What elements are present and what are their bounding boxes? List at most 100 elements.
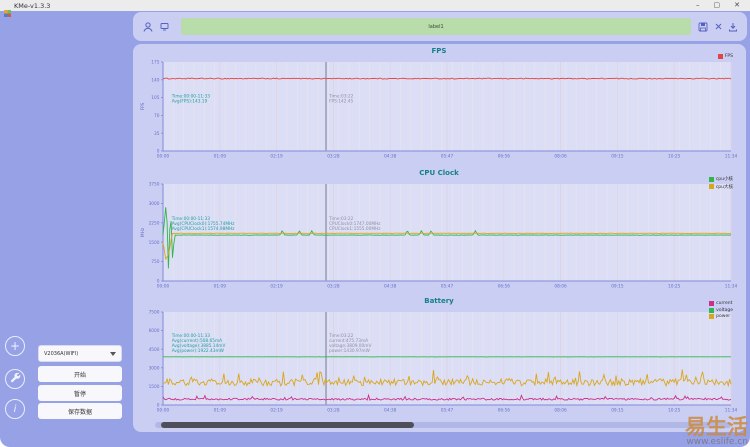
legend-item: cpu大核 — [708, 184, 733, 190]
svg-text:0: 0 — [157, 403, 160, 409]
legend-swatch — [717, 54, 723, 59]
svg-text:03:28: 03:28 — [327, 154, 340, 160]
legend-label: FPS — [724, 54, 733, 59]
legend-label: cpu大核 — [715, 184, 733, 190]
svg-text:03:28: 03:28 — [327, 408, 340, 414]
start-button[interactable]: 开始 — [38, 366, 122, 382]
svg-text:2250: 2250 — [149, 220, 160, 226]
svg-text:11:34: 11:34 — [725, 284, 738, 290]
tools-button[interactable] — [5, 369, 25, 389]
legend-label: power — [716, 314, 731, 319]
title-bar: KMe-v1.3.3 – ▢ ✕ — [0, 0, 750, 17]
svg-text:03:28: 03:28 — [327, 284, 340, 290]
legend-label: cpu小核 — [715, 177, 733, 182]
fps-chart-legend: FPS — [717, 54, 733, 59]
svg-text:01:09: 01:09 — [214, 284, 227, 290]
svg-text:08:06: 08:06 — [554, 408, 567, 414]
legend-swatch — [709, 307, 715, 313]
svg-text:02:19: 02:19 — [270, 154, 283, 160]
svg-text:05:47: 05:47 — [441, 284, 454, 290]
legend-swatch — [709, 314, 715, 319]
cpu-clock-chart: CPU Clock cpu小核 cpu大核 00:00 01:09 02:19 03:2… — [137, 168, 741, 298]
legend-swatch — [708, 176, 714, 182]
svg-text:MHz: MHz — [140, 227, 146, 237]
device-icon[interactable] — [158, 20, 171, 33]
svg-text:35: 35 — [154, 131, 160, 137]
svg-text:140: 140 — [151, 77, 159, 83]
horizontal-scrollbar — [155, 422, 731, 428]
svg-text:6000: 6000 — [149, 328, 160, 334]
svg-text:05:47: 05:47 — [441, 408, 454, 414]
export-icon[interactable] — [727, 21, 739, 33]
clear-icon[interactable] — [712, 21, 724, 33]
legend-item: current — [709, 301, 733, 306]
device-select[interactable]: V2036A(WIFI) — [38, 345, 122, 362]
svg-text:175: 175 — [151, 60, 159, 66]
save-data-button[interactable]: 保存数据 — [38, 403, 122, 419]
svg-text:11:34: 11:34 — [725, 154, 738, 160]
svg-text:08:06: 08:06 — [554, 284, 567, 290]
command-field-value: label1 — [428, 23, 444, 30]
cpu-clock-chart-title: CPU Clock — [419, 169, 459, 177]
svg-text:04:38: 04:38 — [384, 408, 397, 414]
svg-text:10:25: 10:25 — [668, 154, 681, 160]
save-data-button-label: 保存数据 — [67, 408, 92, 416]
battery-chart-title: Battery — [424, 297, 454, 305]
add-button[interactable]: + — [5, 336, 25, 356]
legend-swatch — [708, 184, 714, 189]
info-icon: i — [13, 403, 17, 415]
battery-chart-plot[interactable]: 00:00 01:09 02:19 03:28 04:38 05:47 06:56 08:06… — [137, 306, 741, 418]
fps-chart: FPS FPS 00:00 01:09 02:19 03:28 04:38 05:47 06… — [137, 46, 741, 168]
legend-swatch — [709, 301, 715, 306]
svg-text:4500: 4500 — [149, 347, 160, 353]
pause-button-label: 暂停 — [73, 390, 86, 398]
svg-text:06:56: 06:56 — [498, 154, 511, 160]
svg-text:04:38: 04:38 — [384, 154, 397, 160]
fps-chart-plot[interactable]: 00:00 01:09 02:19 03:28 04:38 05:47 06:56 08:06… — [137, 56, 741, 164]
battery-chart-legend: current voltage power — [709, 301, 733, 319]
wrench-icon — [10, 372, 21, 386]
command-field[interactable]: label1 — [181, 18, 691, 35]
legend-item: voltage — [709, 307, 733, 313]
svg-text:02:19: 02:19 — [270, 284, 283, 290]
scrollbar-thumb[interactable] — [160, 422, 415, 428]
legend-item: power — [709, 314, 733, 319]
svg-text:01:09: 01:09 — [214, 154, 227, 160]
svg-text:0: 0 — [157, 149, 160, 155]
info-button[interactable]: i — [5, 399, 25, 419]
maximize-button[interactable]: ▢ — [714, 0, 721, 11]
legend-label: current — [716, 301, 733, 306]
svg-text:10:25: 10:25 — [668, 408, 681, 414]
svg-text:09:15: 09:15 — [611, 154, 624, 160]
legend-item: FPS — [717, 54, 733, 59]
device-select-value: V2036A(WIFI) — [44, 350, 79, 357]
svg-text:70: 70 — [154, 113, 160, 119]
app-icon — [4, 2, 11, 17]
svg-text:09:15: 09:15 — [611, 408, 624, 414]
minimize-button[interactable]: – — [696, 0, 700, 11]
svg-text:09:15: 09:15 — [611, 284, 624, 290]
svg-text:Time:00:00-11:33Avg(FPS):143.1: Time:00:00-11:33 Avg(FPS):143.19 — [171, 94, 211, 105]
svg-text:750: 750 — [151, 259, 159, 265]
svg-text:08:06: 08:06 — [554, 154, 567, 160]
svg-text:10:25: 10:25 — [668, 284, 681, 290]
svg-text:3000: 3000 — [149, 201, 160, 207]
user-icon[interactable] — [141, 20, 154, 33]
svg-text:3750: 3750 — [149, 182, 160, 188]
svg-text:11:34: 11:34 — [725, 408, 738, 414]
save-icon[interactable] — [697, 21, 709, 33]
svg-text:3000: 3000 — [149, 365, 160, 371]
svg-text:7500: 7500 — [149, 310, 160, 316]
pause-button[interactable]: 暂停 — [38, 385, 122, 401]
legend-item: cpu小核 — [708, 176, 733, 182]
svg-text:105: 105 — [151, 95, 159, 101]
svg-text:01:09: 01:09 — [214, 408, 227, 414]
fps-chart-title: FPS — [431, 47, 447, 55]
close-button[interactable]: ✕ — [734, 0, 740, 11]
svg-text:06:56: 06:56 — [498, 408, 511, 414]
svg-text:06:56: 06:56 — [498, 284, 511, 290]
svg-text:02:19: 02:19 — [270, 408, 283, 414]
cpu-clock-chart-plot[interactable]: 00:00 01:09 02:19 03:28 04:38 05:47 06:56 08:06… — [137, 178, 741, 294]
app-window: KMe-v1.3.3 – ▢ ✕ + i V2036A(WIFI) 开始 暂停 … — [0, 0, 750, 447]
start-button-label: 开始 — [73, 371, 86, 379]
